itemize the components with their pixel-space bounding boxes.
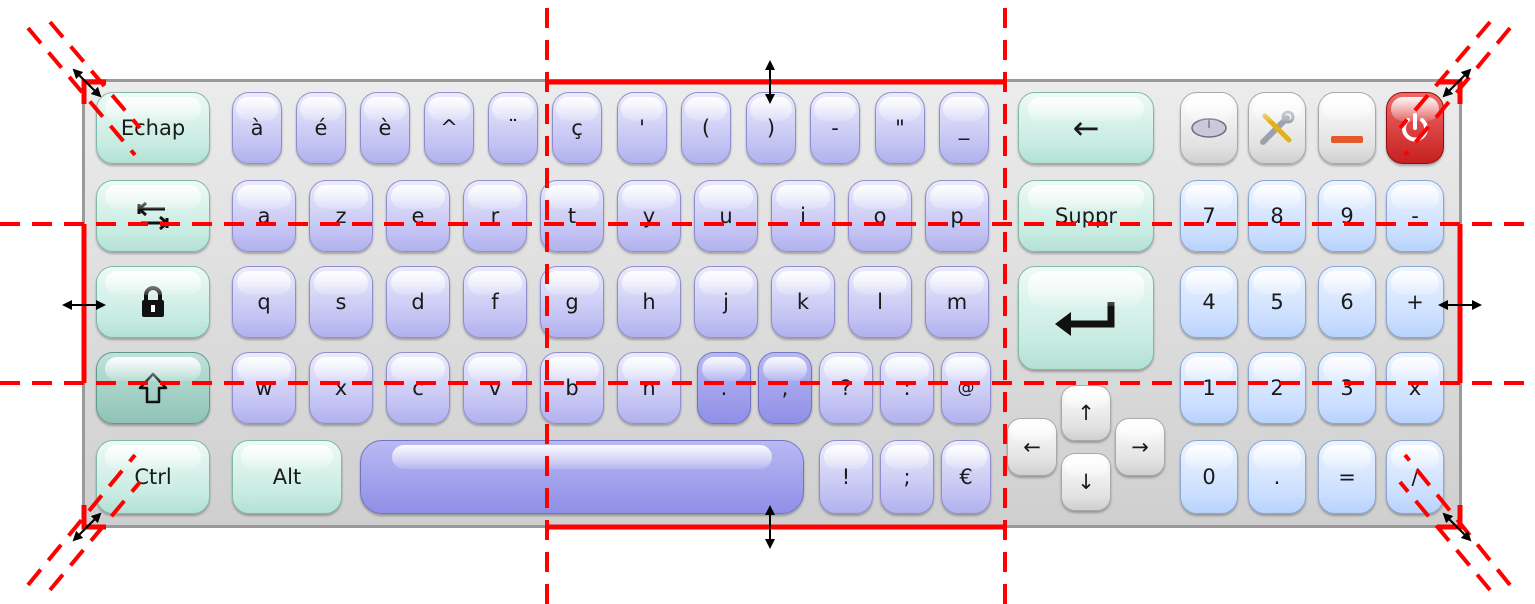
tools-icon [1260,110,1295,145]
key-t[interactable]: t [540,180,604,252]
numpad-8[interactable]: 8 [1248,180,1306,252]
numpad-0[interactable]: 0 [1180,440,1238,514]
key-exclamation[interactable]: ! [819,440,873,514]
key-l[interactable]: l [848,266,912,338]
key-semicolon[interactable]: ; [880,440,934,514]
key-u[interactable]: u [694,180,758,252]
key-a[interactable]: a [232,180,296,252]
arrow-left-key[interactable]: ← [1007,418,1057,476]
key-v[interactable]: v [463,352,527,424]
shift-key[interactable] [96,352,210,424]
alt-key[interactable]: Alt [232,440,342,514]
tab-key[interactable] [96,180,210,252]
key-question[interactable]: ? [819,352,873,424]
key-n[interactable]: n [617,352,681,424]
key-colon[interactable]: : [880,352,934,424]
key-x[interactable]: x [309,352,373,424]
mouse-button[interactable] [1180,92,1238,164]
numpad-7[interactable]: 7 [1180,180,1238,252]
numpad-2[interactable]: 2 [1248,352,1306,424]
key-d[interactable]: d [386,266,450,338]
power-icon [1402,113,1428,142]
key-j[interactable]: j [694,266,758,338]
key-circumflex[interactable]: ^ [424,92,474,164]
key-c[interactable]: c [386,352,450,424]
key-diaeresis[interactable]: ¨ [488,92,538,164]
minimize-icon [1331,136,1363,143]
settings-button[interactable] [1248,92,1306,164]
key-c-cedilla[interactable]: ç [552,92,602,164]
mouse-icon [1191,118,1227,138]
key-w[interactable]: w [232,352,296,424]
arrow-right-key[interactable]: → [1115,418,1165,476]
key-period[interactable]: . [697,352,751,424]
numpad-decimal[interactable]: . [1248,440,1306,514]
key-r[interactable]: r [463,180,527,252]
escape-key[interactable]: Echap [96,92,210,164]
ctrl-key[interactable]: Ctrl [96,440,210,514]
caps-lock-key[interactable] [96,266,210,338]
key-apostrophe[interactable]: ' [617,92,667,164]
numpad-4[interactable]: 4 [1180,266,1238,338]
delete-key[interactable]: Suppr [1018,180,1154,252]
key-e[interactable]: e [386,180,450,252]
key-euro[interactable]: € [941,440,991,514]
enter-icon [1055,302,1115,336]
numpad-equals[interactable]: = [1318,440,1376,514]
shift-arrow-icon [138,372,168,404]
numpad-5[interactable]: 5 [1248,266,1306,338]
key-right-paren[interactable]: ) [746,92,796,164]
key-minus[interactable]: - [810,92,860,164]
arrow-up-key[interactable]: ↑ [1061,385,1111,441]
key-q[interactable]: q [232,266,296,338]
key-i[interactable]: i [771,180,835,252]
numpad-3[interactable]: 3 [1318,352,1376,424]
key-e-grave[interactable]: è [360,92,410,164]
key-g[interactable]: g [540,266,604,338]
numpad-divide[interactable]: / [1386,440,1444,514]
key-k[interactable]: k [771,266,835,338]
key-f[interactable]: f [463,266,527,338]
minimize-button[interactable] [1318,92,1376,164]
lock-icon [142,286,164,317]
backspace-key[interactable]: ← [1018,92,1154,164]
arrow-down-key[interactable]: ↓ [1061,453,1111,511]
enter-key[interactable] [1018,266,1154,370]
key-e-acute[interactable]: é [296,92,346,164]
key-z[interactable]: z [309,180,373,252]
key-a-grave[interactable]: à [232,92,282,164]
key-h[interactable]: h [617,266,681,338]
numpad-9[interactable]: 9 [1318,180,1376,252]
numpad-1[interactable]: 1 [1180,352,1238,424]
key-s[interactable]: s [309,266,373,338]
key-y[interactable]: y [617,180,681,252]
tab-icon [137,201,169,231]
numpad-6[interactable]: 6 [1318,266,1376,338]
key-p[interactable]: p [925,180,989,252]
key-b[interactable]: b [540,352,604,424]
key-left-paren[interactable]: ( [681,92,731,164]
key-m[interactable]: m [925,266,989,338]
key-o[interactable]: o [848,180,912,252]
numpad-multiply[interactable]: x [1386,352,1444,424]
power-button[interactable] [1386,92,1444,164]
key-comma[interactable]: , [758,352,812,424]
key-double-quote[interactable]: " [875,92,925,164]
key-at[interactable]: @ [941,352,991,424]
space-bar[interactable] [360,440,804,514]
numpad-plus[interactable]: + [1386,266,1444,338]
numpad-minus[interactable]: - [1386,180,1444,252]
key-underscore[interactable]: _ [939,92,989,164]
